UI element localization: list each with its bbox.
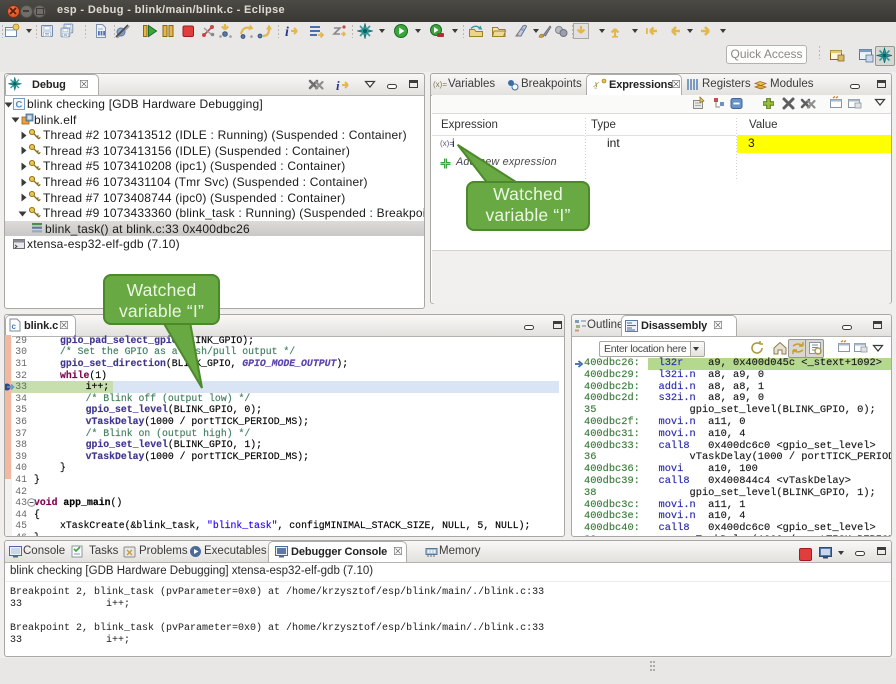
svg-text:c: c [12,322,17,331]
svg-text:𝑥̱: 𝑥̱ [593,79,600,89]
svg-text:i: i [336,78,340,93]
svg-text:i: i [285,25,289,39]
svg-text:C: C [16,100,23,111]
svg-text:(x)=: (x)= [433,80,447,89]
